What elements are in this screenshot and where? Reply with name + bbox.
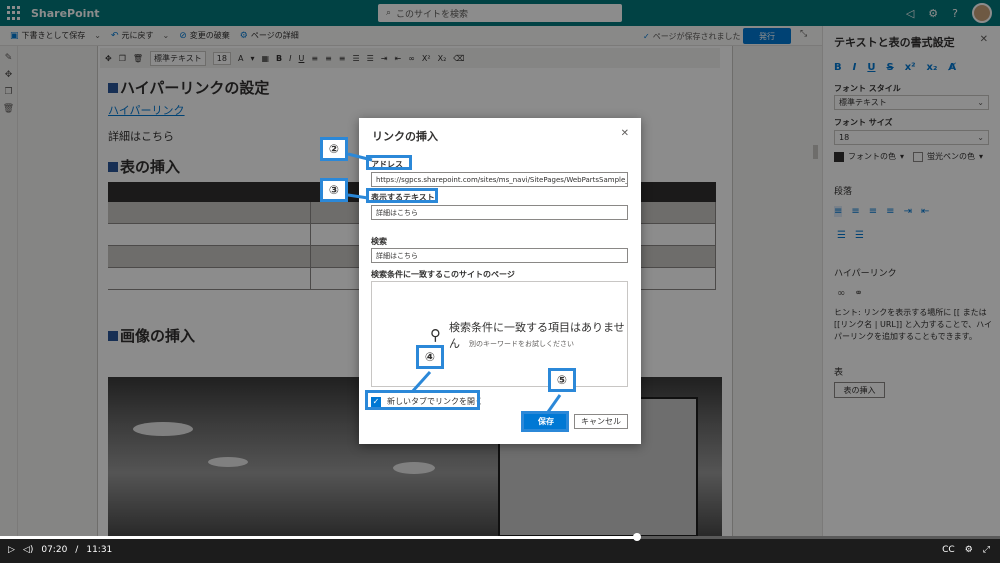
total-time: 11:31: [86, 544, 113, 555]
callout-4: ④: [416, 345, 444, 369]
highlight-save: [521, 411, 569, 432]
cancel-button[interactable]: キャンセル: [574, 414, 628, 429]
current-time: 07:20: [41, 544, 68, 555]
close-icon[interactable]: ✕: [621, 128, 629, 139]
progress-knob[interactable]: [633, 533, 641, 541]
callout-5: ⑤: [548, 368, 576, 392]
settings-icon[interactable]: ⚙: [965, 545, 973, 555]
callout-3: ③: [320, 178, 348, 202]
cc-icon[interactable]: CC: [942, 545, 955, 555]
search-icon: ⚲: [430, 326, 441, 344]
fullscreen-icon[interactable]: ⤢: [983, 545, 990, 555]
results-label: 検索条件に一致するこのサイトのページ: [371, 270, 515, 279]
highlight-address: [366, 155, 412, 170]
no-results-sub: 別のキーワードをお試しください: [469, 340, 574, 348]
highlight-new-tab: [365, 390, 480, 410]
video-progress[interactable]: [0, 536, 1000, 539]
player-right: CC ⚙ ⤢: [942, 545, 990, 555]
callout-2: ②: [320, 137, 348, 161]
results-list[interactable]: ⚲ 検索条件に一致する項目はありません 別のキーワードをお試しください: [371, 281, 628, 387]
highlight-display-text: [366, 188, 438, 203]
dialog-title: リンクの挿入: [372, 130, 438, 143]
search-label: 検索: [371, 237, 387, 246]
display-text-field[interactable]: 詳細はこちら: [371, 205, 628, 220]
play-icon[interactable]: ▷: [8, 545, 15, 555]
search-field[interactable]: 詳細はこちら: [371, 248, 628, 263]
progress-fill: [0, 536, 637, 539]
address-field[interactable]: https://sgpcs.sharepoint.com/sites/ms_na…: [371, 172, 628, 187]
time-separator: /: [75, 544, 79, 555]
video-player-bar: ▷ ◁) 07:20 / 11:31 CC ⚙ ⤢: [0, 536, 1000, 563]
player-left: ▷ ◁) 07:20 / 11:31: [8, 545, 112, 555]
volume-icon[interactable]: ◁): [23, 545, 33, 555]
